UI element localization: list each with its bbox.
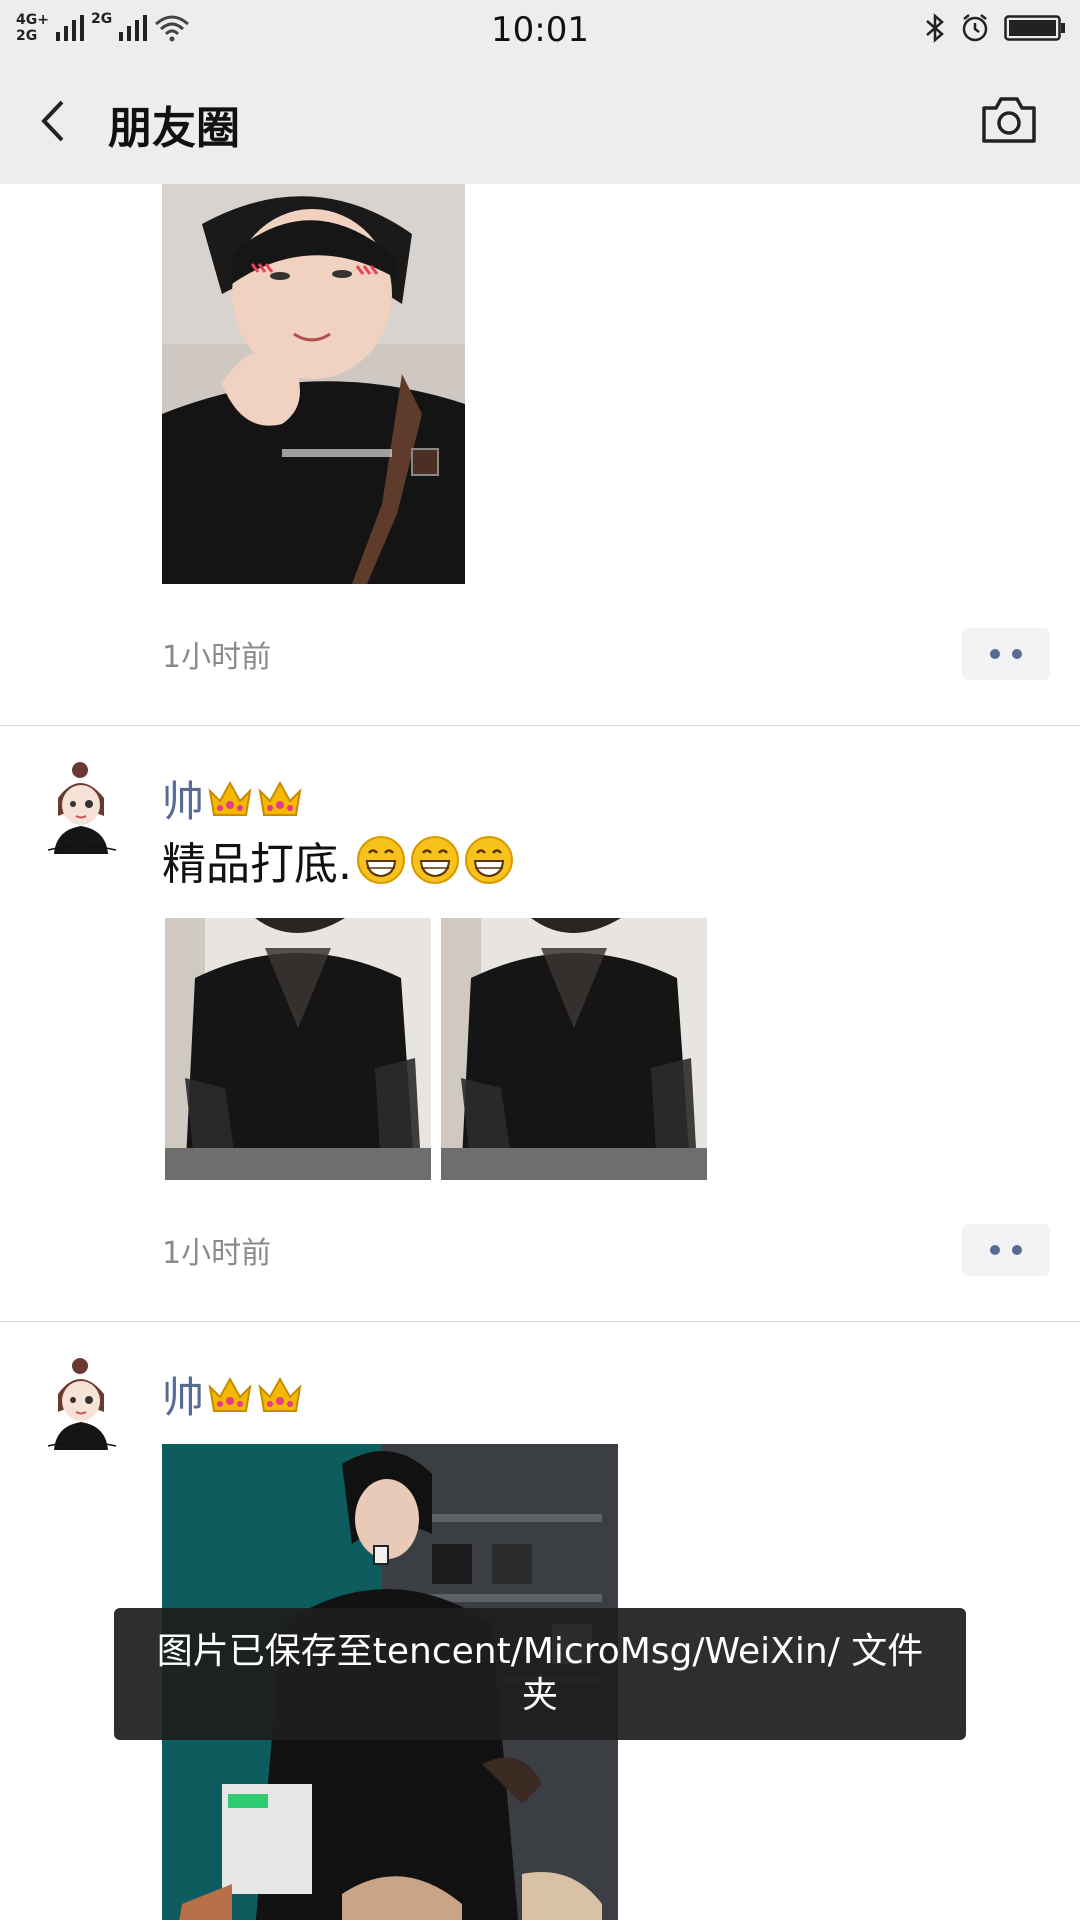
camera-button[interactable] [980, 94, 1038, 146]
crown-emoji [258, 1376, 302, 1412]
more-dots-icon [990, 649, 1000, 659]
nav-bar: 朋友圈 [0, 56, 1080, 184]
grin-emoji [411, 836, 459, 884]
save-toast: 图片已保存至tencent/MicroMsg/WeiXin/ 文件夹 [114, 1608, 966, 1740]
post-username[interactable]: 帅 [162, 1364, 304, 1425]
avatar[interactable] [30, 1354, 134, 1458]
post-timestamp: 1小时前 [162, 1236, 272, 1271]
more-button[interactable] [962, 628, 1050, 680]
crown-emoji [208, 1376, 252, 1412]
grin-emoji [465, 836, 513, 884]
post-text: 精品打底. [162, 828, 514, 892]
post-image[interactable] [441, 918, 707, 1180]
more-dots-icon [990, 1245, 1000, 1255]
post-image[interactable] [165, 918, 431, 1180]
crown-emoji [258, 780, 302, 816]
back-button[interactable] [30, 96, 80, 146]
more-button[interactable] [962, 1224, 1050, 1276]
battery-icon [1004, 15, 1065, 41]
post-text-content: 精品打底. [162, 839, 352, 890]
more-dots-icon [1012, 1245, 1022, 1255]
toast-message: 图片已保存至tencent/MicroMsg/WeiXin/ 文件夹 [156, 1631, 924, 1716]
page-title: 朋友圈 [108, 103, 240, 154]
post-timestamp: 1小时前 [162, 640, 272, 675]
post-username[interactable]: 帅 [162, 768, 304, 829]
camera-icon [982, 97, 1036, 143]
status-time: 10:01 [491, 10, 589, 50]
grin-emoji [357, 836, 405, 884]
post-divider [0, 1321, 1080, 1322]
alarm-icon [962, 14, 988, 42]
post-divider [0, 725, 1080, 726]
crown-emoji [208, 780, 252, 816]
bluetooth-icon [926, 13, 944, 43]
avatar[interactable] [30, 758, 134, 862]
username-text: 帅 [162, 1373, 205, 1422]
username-text: 帅 [162, 777, 205, 826]
chevron-left-icon [41, 100, 64, 142]
status-right-group [924, 10, 1066, 46]
more-dots-icon [1012, 649, 1022, 659]
status-bar: 4G+ 2G 2G 10:01 [0, 0, 1080, 56]
post-image[interactable] [162, 184, 465, 584]
